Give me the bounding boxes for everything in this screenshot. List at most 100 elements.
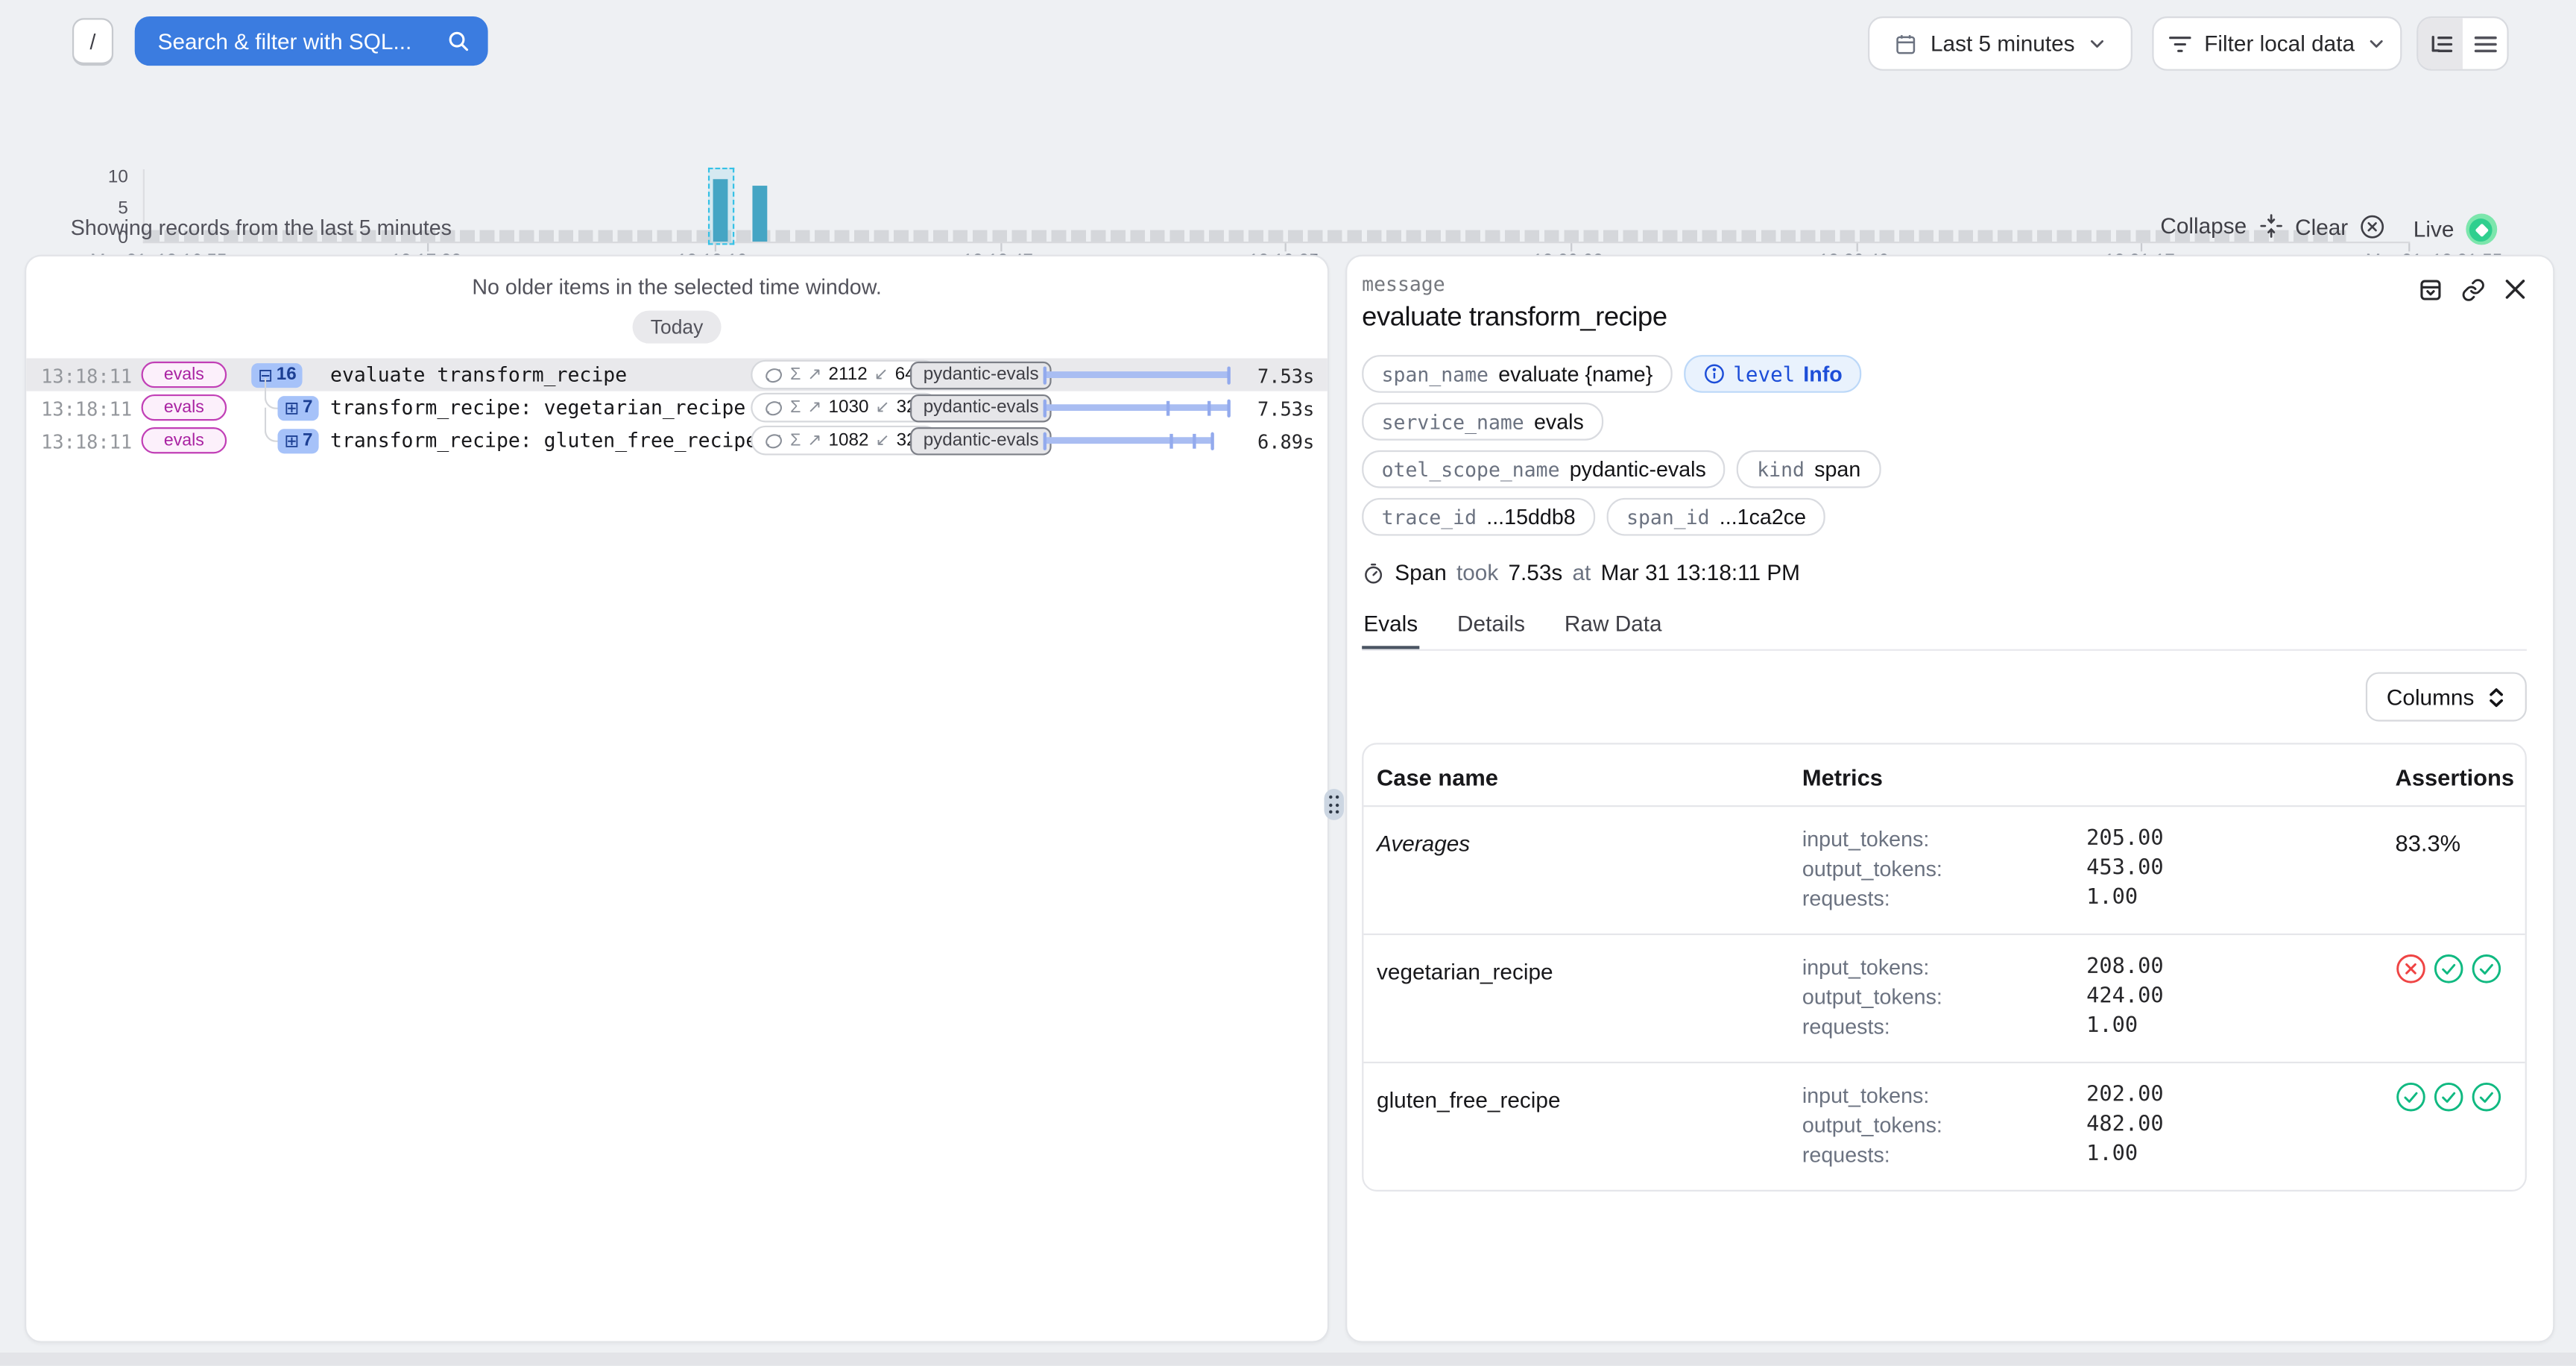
collapse-icon bbox=[2258, 214, 2283, 239]
expand-children-badge[interactable]: ⊞ 7 bbox=[277, 395, 319, 420]
sort-chevrons-icon bbox=[2487, 686, 2505, 708]
input-arrow-icon: ↗ bbox=[807, 430, 821, 450]
search-placeholder: Search & filter with SQL... bbox=[158, 29, 412, 54]
showing-records-text: Showing records from the last 5 minutes bbox=[71, 215, 452, 240]
child-count: 7 bbox=[303, 430, 313, 450]
span-label: evaluate transform_recipe bbox=[330, 363, 627, 386]
drag-dots-icon bbox=[1329, 796, 1339, 813]
duration-bar bbox=[1045, 371, 1229, 378]
y-tick-5: 5 bbox=[79, 201, 128, 217]
columns-button[interactable]: Columns bbox=[2365, 672, 2527, 721]
duration-text: 7.53s bbox=[1225, 397, 1314, 420]
expand-box-icon: ⊞ bbox=[284, 398, 299, 416]
input-arrow-icon: ↗ bbox=[807, 397, 821, 417]
trace-row-child[interactable]: 13:18:11 evals ⊞ 7 transform_recipe: glu… bbox=[26, 424, 1328, 457]
pass-check-icon bbox=[2396, 1081, 2427, 1170]
sigma-icon: Σ bbox=[790, 397, 801, 417]
time-range-label: Last 5 minutes bbox=[1931, 31, 2075, 56]
time-range-button[interactable]: Last 5 minutes bbox=[1868, 16, 2133, 71]
clear-button[interactable]: Clear bbox=[2295, 214, 2386, 240]
assertions-percentage: 83.3% bbox=[2396, 825, 2499, 913]
attr-otel-scope-name: otel_scope_name pydantic-evals bbox=[1362, 450, 1726, 488]
collapse-button[interactable]: Collapse bbox=[2160, 214, 2282, 239]
output-arrow-icon: ↙ bbox=[874, 365, 888, 384]
chevron-down-icon bbox=[2088, 34, 2106, 52]
open-in-drawer-icon[interactable] bbox=[2418, 277, 2443, 302]
col-assertions: Assertions bbox=[2396, 764, 2514, 790]
timeline-histogram[interactable]: 10 5 0 Mar 31. 13:16:55 13:17:32 13:18:1… bbox=[0, 79, 2576, 204]
attr-span-name: span_name evaluate {name} bbox=[1362, 355, 1673, 393]
row-timestamp: 13:18:11 bbox=[41, 397, 132, 421]
pass-check-icon bbox=[2471, 1081, 2502, 1170]
trace-list-panel: No older items in the selected time wind… bbox=[25, 255, 1329, 1343]
info-icon bbox=[1704, 363, 1726, 385]
list-view-button[interactable] bbox=[2463, 18, 2507, 69]
filter-local-data-button[interactable]: Filter local data bbox=[2152, 16, 2402, 71]
pass-check-icon bbox=[2471, 953, 2502, 1042]
slash-key-label: / bbox=[90, 29, 96, 54]
today-pill[interactable]: Today bbox=[633, 311, 722, 344]
otel-scope-tag: pydantic-evals bbox=[910, 427, 1052, 454]
attr-service-name: service_name evals bbox=[1362, 403, 1603, 441]
close-icon[interactable] bbox=[2504, 277, 2527, 302]
input-tokens: 1082 bbox=[829, 430, 869, 450]
live-label: Live bbox=[2414, 217, 2455, 242]
clear-icon bbox=[2360, 214, 2386, 240]
duration-bar-region bbox=[1045, 391, 1229, 424]
view-mode-toggle bbox=[2416, 16, 2508, 71]
tab-raw-data[interactable]: Raw Data bbox=[1563, 611, 1664, 649]
slash-shortcut-key: / bbox=[72, 18, 113, 66]
no-older-items-text: No older items in the selected time wind… bbox=[26, 274, 1328, 299]
duration-bar bbox=[1045, 404, 1229, 411]
span-label: transform_recipe: gluten_free_recipe bbox=[330, 429, 757, 452]
y-tick-10: 10 bbox=[79, 169, 128, 186]
trace-row-child[interactable]: 13:18:11 evals ⊞ 7 transform_recipe: veg… bbox=[26, 391, 1328, 424]
detail-actions bbox=[2418, 277, 2526, 302]
trace-row-root[interactable]: 13:18:11 evals ⊟ 16 evaluate transform_r… bbox=[26, 358, 1328, 391]
attr-span-id[interactable]: span_id ...1ca2ce bbox=[1607, 498, 1826, 536]
attr-level[interactable]: level Info bbox=[1684, 355, 1862, 393]
live-toggle[interactable]: Live bbox=[2414, 214, 2497, 245]
coin-icon bbox=[764, 398, 783, 416]
attr-kind: kind span bbox=[1737, 450, 1881, 488]
row-timestamp: 13:18:11 bbox=[41, 430, 132, 453]
columns-label: Columns bbox=[2387, 684, 2474, 709]
input-tokens: 2112 bbox=[829, 365, 868, 384]
evals-tag-badge: evals bbox=[142, 394, 227, 421]
col-case-name: Case name bbox=[1377, 764, 1802, 790]
timeline-bar-2[interactable] bbox=[752, 186, 767, 242]
empty-buckets-strip bbox=[145, 230, 2346, 242]
panel-resize-handle[interactable] bbox=[1324, 789, 1343, 820]
tree-view-button[interactable] bbox=[2418, 18, 2463, 69]
attr-trace-id[interactable]: trace_id ...15ddb8 bbox=[1362, 498, 1595, 536]
collapse-label: Collapse bbox=[2160, 214, 2247, 239]
sigma-icon: Σ bbox=[790, 430, 801, 450]
copy-link-icon[interactable] bbox=[2461, 277, 2486, 302]
pass-check-icon bbox=[2433, 953, 2464, 1042]
clear-label: Clear bbox=[2295, 215, 2348, 239]
evals-table: Case name Metrics Assertions Averages in… bbox=[1362, 743, 2527, 1192]
span-attributes: span_name evaluate {name} level Info ser… bbox=[1362, 355, 1933, 535]
tab-details[interactable]: Details bbox=[1456, 611, 1527, 649]
tree-view-icon bbox=[2429, 34, 2452, 53]
tab-evals[interactable]: Evals bbox=[1362, 611, 1419, 649]
col-metrics: Metrics bbox=[1802, 764, 2086, 790]
assertion-result-icons bbox=[2396, 1081, 2502, 1170]
app-root: / Search & filter with SQL... Last 5 min… bbox=[0, 0, 2576, 1366]
pass-check-icon bbox=[2433, 1081, 2464, 1170]
sigma-icon: Σ bbox=[790, 365, 801, 384]
timeline-bar-1[interactable] bbox=[713, 179, 728, 242]
input-arrow-icon: ↗ bbox=[807, 365, 821, 384]
expand-children-badge[interactable]: ⊞ 7 bbox=[277, 428, 319, 453]
duration-bar-region bbox=[1045, 358, 1229, 391]
live-indicator-icon bbox=[2466, 214, 2497, 245]
eval-row-averages: Averages input_tokens: output_tokens: re… bbox=[1363, 805, 2525, 934]
duration-text: 7.53s bbox=[1225, 364, 1314, 387]
filter-icon bbox=[2168, 34, 2191, 53]
stopwatch-icon bbox=[1362, 561, 1385, 585]
search-input[interactable]: Search & filter with SQL... bbox=[135, 16, 488, 66]
eval-row-vegetarian-recipe: vegetarian_recipe input_tokens: output_t… bbox=[1363, 934, 2525, 1062]
eval-row-gluten-free-recipe: gluten_free_recipe input_tokens: output_… bbox=[1363, 1062, 2525, 1190]
span-duration-line: Span took 7.53s at Mar 31 13:18:11 PM bbox=[1362, 561, 2527, 585]
case-name: gluten_free_recipe bbox=[1377, 1081, 1802, 1170]
